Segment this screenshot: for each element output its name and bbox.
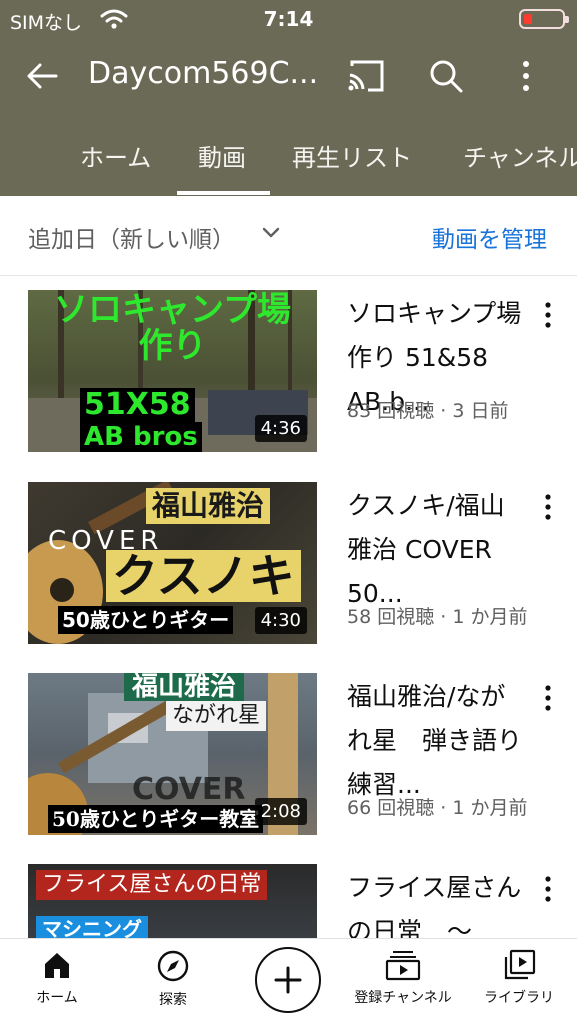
- thumb-artist-text: 福山雅治: [124, 673, 245, 701]
- video-title[interactable]: 福山雅治/ながれ星 弾き語り練習...: [347, 675, 523, 807]
- battery-icon: [519, 9, 569, 29]
- channel-tabs: ホーム 動画 再生リスト チャンネル: [0, 124, 577, 196]
- channel-header: SIMなし 7:14 Daycom569C... ホーム 動画 再生リスト チャ…: [0, 0, 577, 196]
- video-list-item[interactable]: ソロキャンプ場 作り 51X58 AB bros 4:36 ソロキャンプ場作り …: [0, 290, 577, 460]
- sort-dropdown[interactable]: 追加日（新しい順）: [28, 220, 235, 254]
- cast-icon[interactable]: [346, 58, 386, 94]
- channel-title: Daycom569C...: [88, 56, 319, 91]
- nav-label: ホーム: [36, 990, 78, 1006]
- nav-subscriptions[interactable]: 登録チャンネル: [343, 949, 463, 1007]
- nav-explore[interactable]: 探索: [113, 949, 233, 1009]
- nav-label: 登録チャンネル: [354, 990, 452, 1006]
- library-icon: [504, 949, 536, 980]
- home-icon: [45, 953, 69, 978]
- app-bar: Daycom569C...: [0, 44, 577, 108]
- thumb-cover-text: COVER: [132, 772, 246, 807]
- nav-label: 探索: [159, 992, 187, 1008]
- nav-library[interactable]: ライブラリ: [459, 949, 577, 1007]
- video-meta: 66 回視聴 · 1 か月前: [347, 797, 528, 819]
- thumb-song-text: ながれ星: [166, 701, 267, 731]
- thumb-artist-text: 福山雅治: [146, 488, 271, 524]
- search-icon[interactable]: [426, 56, 466, 96]
- more-options-icon[interactable]: [538, 874, 558, 904]
- thumb-title-text: フライス屋さんの日常: [36, 870, 268, 900]
- status-bar: SIMなし 7:14: [0, 0, 577, 38]
- more-options-icon[interactable]: [506, 56, 546, 96]
- video-thumbnail[interactable]: 福山雅治 COVER クスノキ 50歳ひとりギター 4:30: [28, 482, 317, 644]
- thumb-song-text: クスノキ: [106, 550, 301, 602]
- tab-playlists[interactable]: 再生リスト: [292, 138, 412, 173]
- video-title[interactable]: クスノキ/福山雅治 COVER 50...: [347, 484, 523, 616]
- manage-videos-link[interactable]: 動画を管理: [432, 220, 547, 254]
- back-arrow-icon[interactable]: [22, 56, 62, 96]
- thumb-title-text: ソロキャンプ場: [54, 290, 291, 330]
- thumb-channel-text: 50歳ひとりギター教室: [48, 805, 264, 833]
- thumb-model-text: 51X58: [80, 388, 195, 422]
- chevron-down-icon[interactable]: [262, 226, 280, 240]
- video-meta: 58 回視聴 · 1 か月前: [347, 606, 528, 628]
- nav-label: ライブラリ: [484, 990, 554, 1006]
- duration-badge: 4:36: [254, 415, 307, 442]
- thumb-subtitle-text: 作り: [138, 326, 207, 366]
- video-thumbnail[interactable]: ソロキャンプ場 作り 51X58 AB bros 4:36: [28, 290, 317, 452]
- clock: 7:14: [263, 7, 314, 31]
- add-icon: [274, 966, 302, 994]
- video-list-item[interactable]: 福山雅治 ながれ星 COVER 50歳ひとりギター教室 2:08 福山雅治/なが…: [0, 673, 577, 843]
- more-options-icon[interactable]: [538, 300, 558, 330]
- tab-channels[interactable]: チャンネル: [463, 138, 577, 173]
- bottom-navigation: ホーム 探索 登録チャンネル ライブラリ: [0, 938, 577, 1024]
- video-list-item[interactable]: 福山雅治 COVER クスノキ 50歳ひとりギター 4:30 クスノキ/福山雅治…: [0, 482, 577, 652]
- create-button[interactable]: [255, 947, 321, 1013]
- video-meta: 83 回視聴 · 3 日前: [347, 400, 509, 422]
- subscriptions-icon: [385, 951, 421, 981]
- tab-home[interactable]: ホーム: [80, 138, 151, 173]
- active-tab-indicator: [177, 191, 270, 195]
- thumb-channel-text: 50歳ひとりギター: [58, 606, 234, 634]
- more-options-icon[interactable]: [538, 492, 558, 522]
- tab-videos[interactable]: 動画: [198, 138, 246, 173]
- more-options-icon[interactable]: [538, 683, 558, 713]
- video-thumbnail[interactable]: 福山雅治 ながれ星 COVER 50歳ひとりギター教室 2:08: [28, 673, 317, 835]
- thumb-brand-text: AB bros: [80, 422, 202, 452]
- sort-bar: 追加日（新しい順） 動画を管理: [0, 196, 577, 276]
- duration-badge: 4:30: [254, 607, 307, 634]
- duration-badge: 2:08: [254, 798, 307, 825]
- explore-icon: [157, 950, 189, 982]
- nav-home[interactable]: ホーム: [0, 949, 117, 1007]
